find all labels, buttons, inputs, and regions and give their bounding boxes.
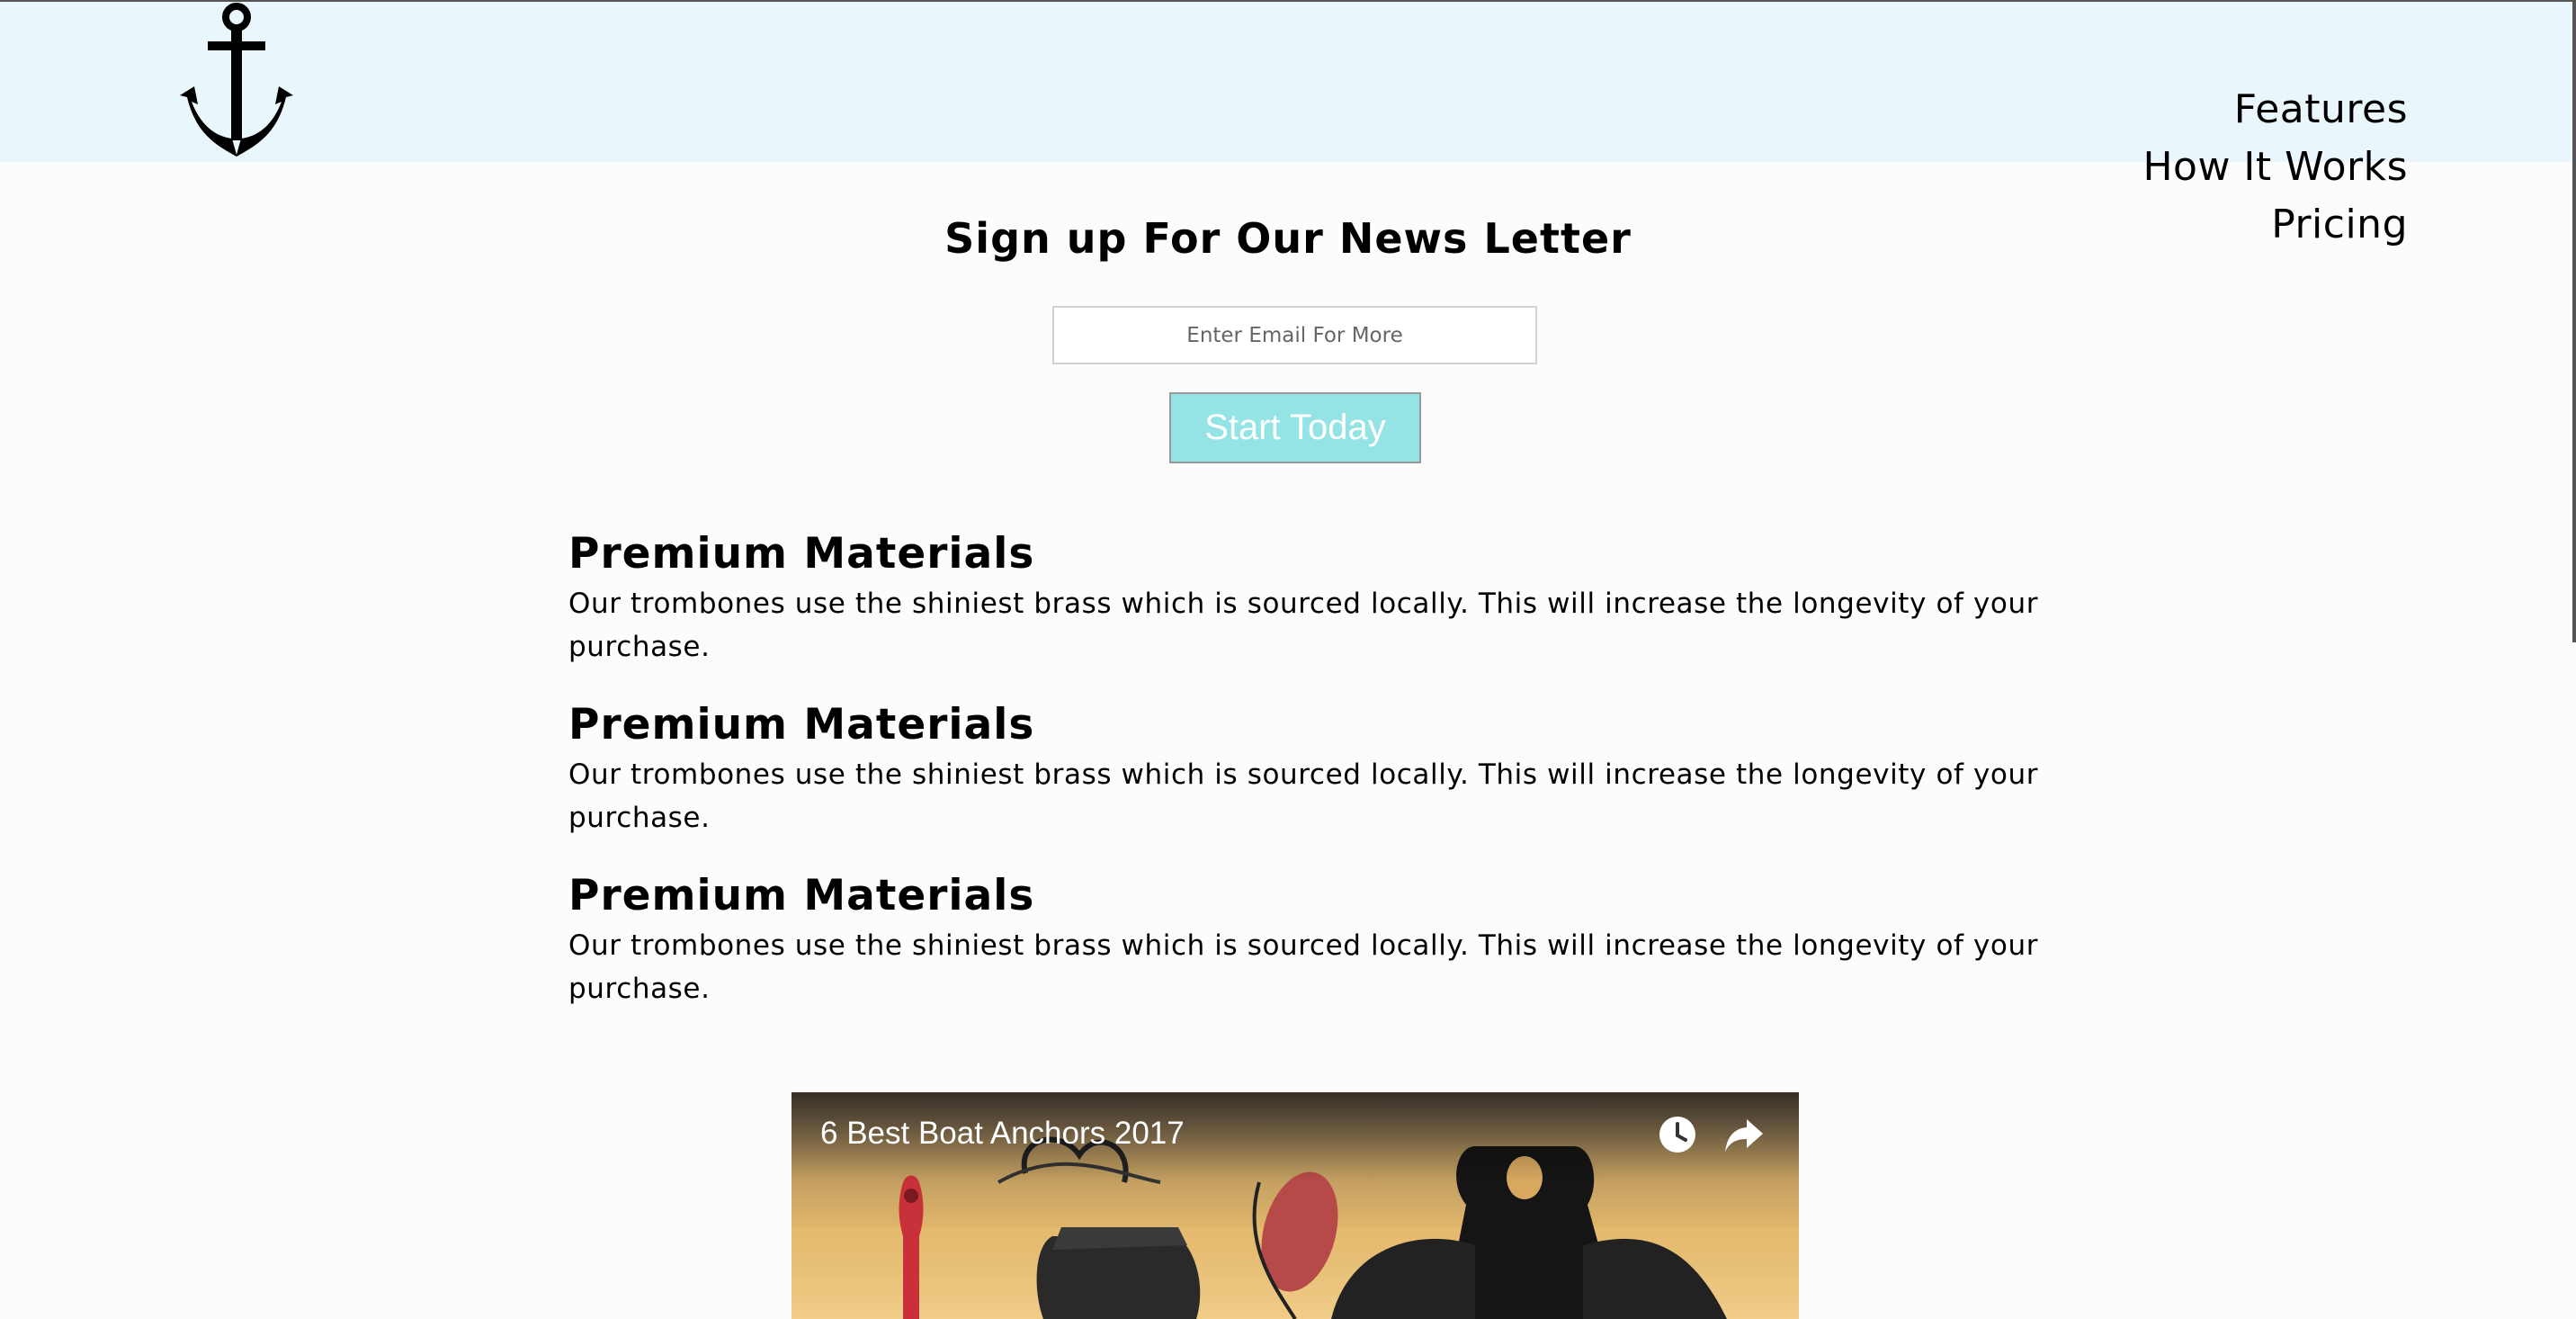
share-icon[interactable] [1723,1117,1765,1153]
anchor-icon[interactable] [176,2,297,157]
feature-title: Premium Materials [568,700,1035,749]
signup-title: Sign up For Our News Letter [944,214,1632,263]
feature-item: Premium Materials Our trombones use the … [568,868,2097,1039]
nav-link-how-it-works[interactable]: How It Works [2142,139,2408,196]
feature-item: Premium Materials Our trombones use the … [568,697,2097,868]
video-title[interactable]: 6 Best Boat Anchors 2017 [820,1116,1185,1152]
video-player[interactable]: 6 Best Boat Anchors 2017 [792,1092,1799,1319]
nav-link-features[interactable]: Features [2142,81,2408,139]
feature-item: Premium Materials Our trombones use the … [568,526,2097,697]
feature-title: Premium Materials [568,529,1035,579]
watch-later-icon[interactable] [1659,1116,1696,1153]
start-today-button[interactable]: Start Today [1169,392,1421,463]
page-scrollbar[interactable] [2572,0,2576,642]
feature-text: Our trombones use the shiniest brass whi… [568,929,2039,1005]
site-header: Features How It Works Pricing [0,0,2576,247]
feature-text: Our trombones use the shiniest brass whi… [568,588,2039,663]
feature-title: Premium Materials [568,871,1035,920]
features-section: Premium Materials Our trombones use the … [568,526,2097,1039]
email-input[interactable] [1052,306,1537,364]
feature-text: Our trombones use the shiniest brass whi… [568,758,2039,834]
